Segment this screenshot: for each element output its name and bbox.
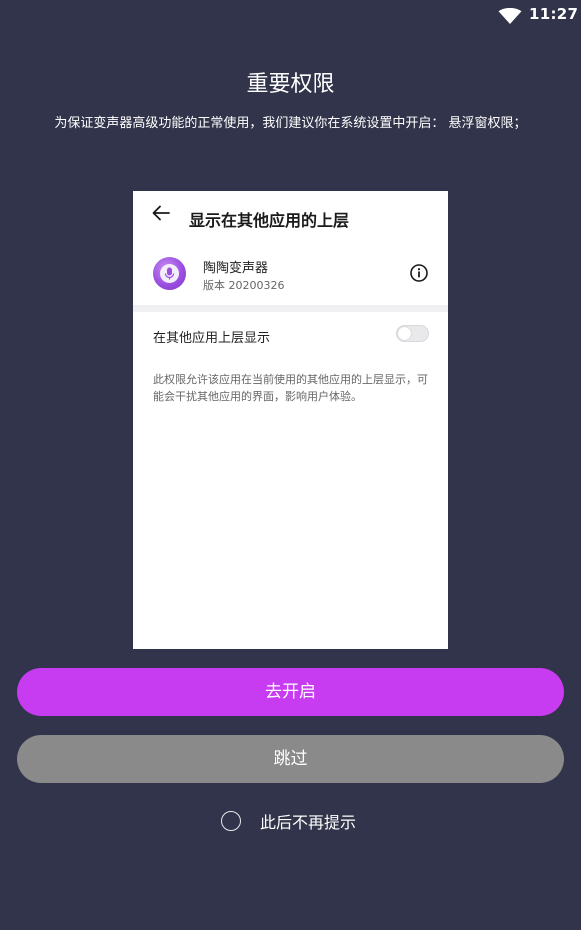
- dialog-title: 重要权限: [246, 72, 335, 97]
- skip-button[interactable]: 跳过: [17, 735, 564, 783]
- preview-header-title: 显示在其他应用的上层: [189, 211, 350, 230]
- preview-toggle-switch: [396, 325, 429, 342]
- preview-divider: [133, 305, 448, 312]
- status-time: 11:27: [529, 5, 579, 23]
- preview-app-version: 版本 20200326: [203, 279, 285, 292]
- settings-preview-card: 显示在其他应用的上层 陶陶变声器 版本 20200326 在其他应用上层显示 此…: [133, 191, 448, 649]
- go-enable-button[interactable]: 去开启: [17, 668, 564, 716]
- wifi-icon: [498, 8, 522, 24]
- status-bar: 11:27: [0, 0, 581, 30]
- dont-remind-radio[interactable]: [221, 811, 241, 831]
- microphone-icon: [153, 257, 186, 290]
- preview-toggle-label: 在其他应用上层显示: [153, 331, 271, 346]
- dialog-subtitle: 为保证变声器高级功能的正常使用，我们建议你在系统设置中开启： 悬浮窗权限；: [54, 116, 527, 131]
- arrow-left-icon: [152, 205, 170, 221]
- preview-app-name: 陶陶变声器: [203, 261, 269, 276]
- info-icon: [410, 264, 428, 282]
- preview-description: 此权限允许该应用在当前使用的其他应用的上层显示，可能会干扰其他应用的界面，影响用…: [153, 373, 428, 403]
- dont-remind-option[interactable]: 此后不再提示: [221, 808, 356, 834]
- dont-remind-label: 此后不再提示: [260, 813, 357, 832]
